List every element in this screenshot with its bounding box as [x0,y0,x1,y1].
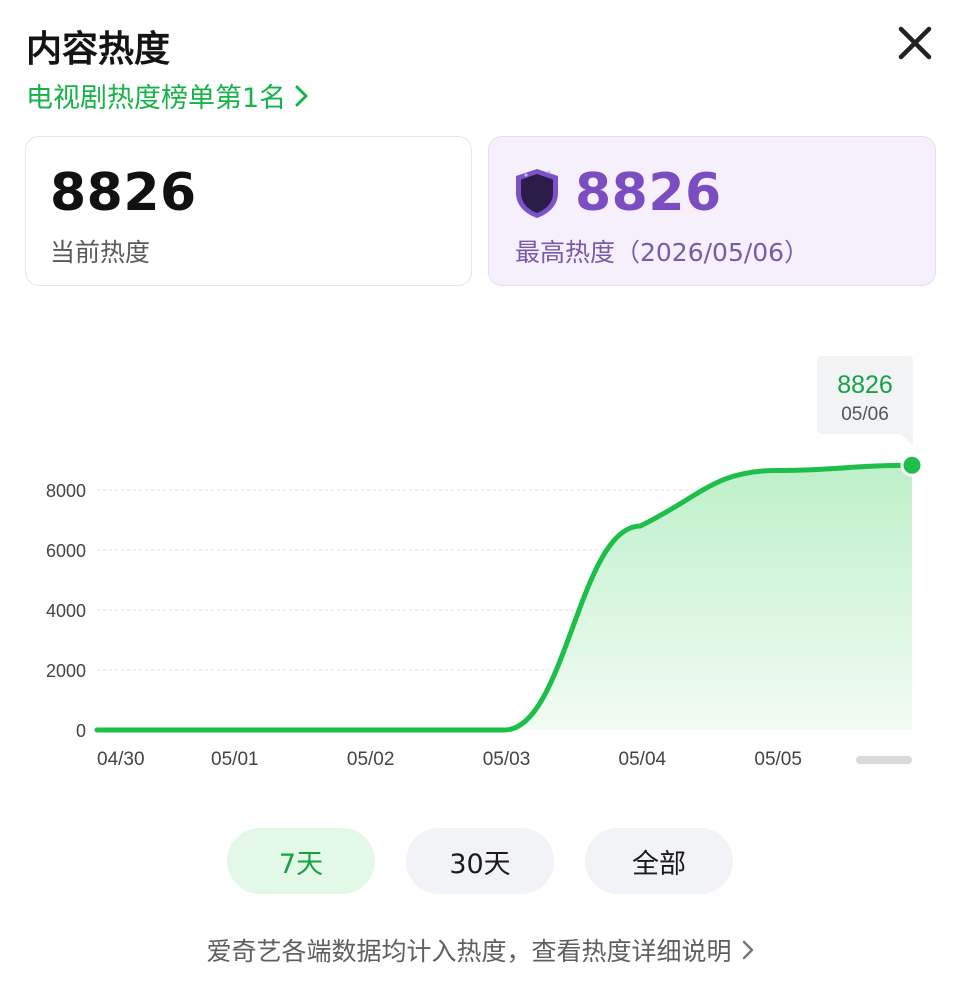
current-heat-label: 当前热度 [50,238,151,267]
latest-point-marker[interactable] [900,453,924,477]
footer-text: 爱奇艺各端数据均计入热度，查看热度详细说明 [206,937,732,966]
x-tick-label: 04/30 [97,749,145,770]
tooltip-pointer [901,434,913,446]
tab-all[interactable]: 全部 [585,828,733,894]
rank-link-label: 电视剧热度榜单第1名 [26,83,287,114]
x-tick-label: 05/03 [483,749,531,770]
hall-of-fame-badge-icon [516,169,558,218]
x-tick-label: 05/02 [347,749,395,770]
max-heat-label: 最高热度（2026/05/06） [515,238,810,267]
y-tick-label: 6000 [46,541,86,561]
y-tick-label: 4000 [46,601,86,621]
max-heat-value: 8826 [575,163,722,223]
max-heat-card: 8826 最高热度（2026/05/06） [488,136,936,286]
y-tick-label: 0 [76,721,86,741]
tooltip-date: 05/06 [841,404,889,425]
current-heat-value: 8826 [50,163,197,223]
y-tick-label: 2000 [46,661,86,681]
heat-chart-svg: 8000 6000 4000 2000 0 04/30 05/01 05/02 05/03 05… [46,356,924,770]
current-heat-card: 8826 当前热度 [25,136,472,286]
x-tick-label: 05/01 [211,749,259,770]
heat-chart: 8000 6000 4000 2000 0 04/30 05/01 05/02 05/03 05… [0,300,960,790]
tooltip-value: 8826 [837,371,893,399]
chevron-right-icon [295,85,308,106]
chevron-right-icon [742,940,753,960]
tab-7-days[interactable]: 7天 [227,828,375,894]
page-title: 内容热度 [26,29,171,70]
x-tick-label: 05/05 [754,749,802,770]
tab-30-days[interactable]: 30天 [406,828,554,894]
series-area [97,465,912,730]
close-button[interactable] [892,20,938,66]
x-tick-label: 05/04 [619,749,667,770]
rank-link[interactable]: 电视剧热度榜单第1名 [26,76,310,115]
y-tick-label: 8000 [46,481,86,501]
x-tick-label-obscured [856,756,912,764]
close-icon [898,26,932,60]
range-tabs: 7天 30天 全部 [0,828,960,894]
footer-link[interactable]: 爱奇艺各端数据均计入热度，查看热度详细说明 [0,932,960,968]
